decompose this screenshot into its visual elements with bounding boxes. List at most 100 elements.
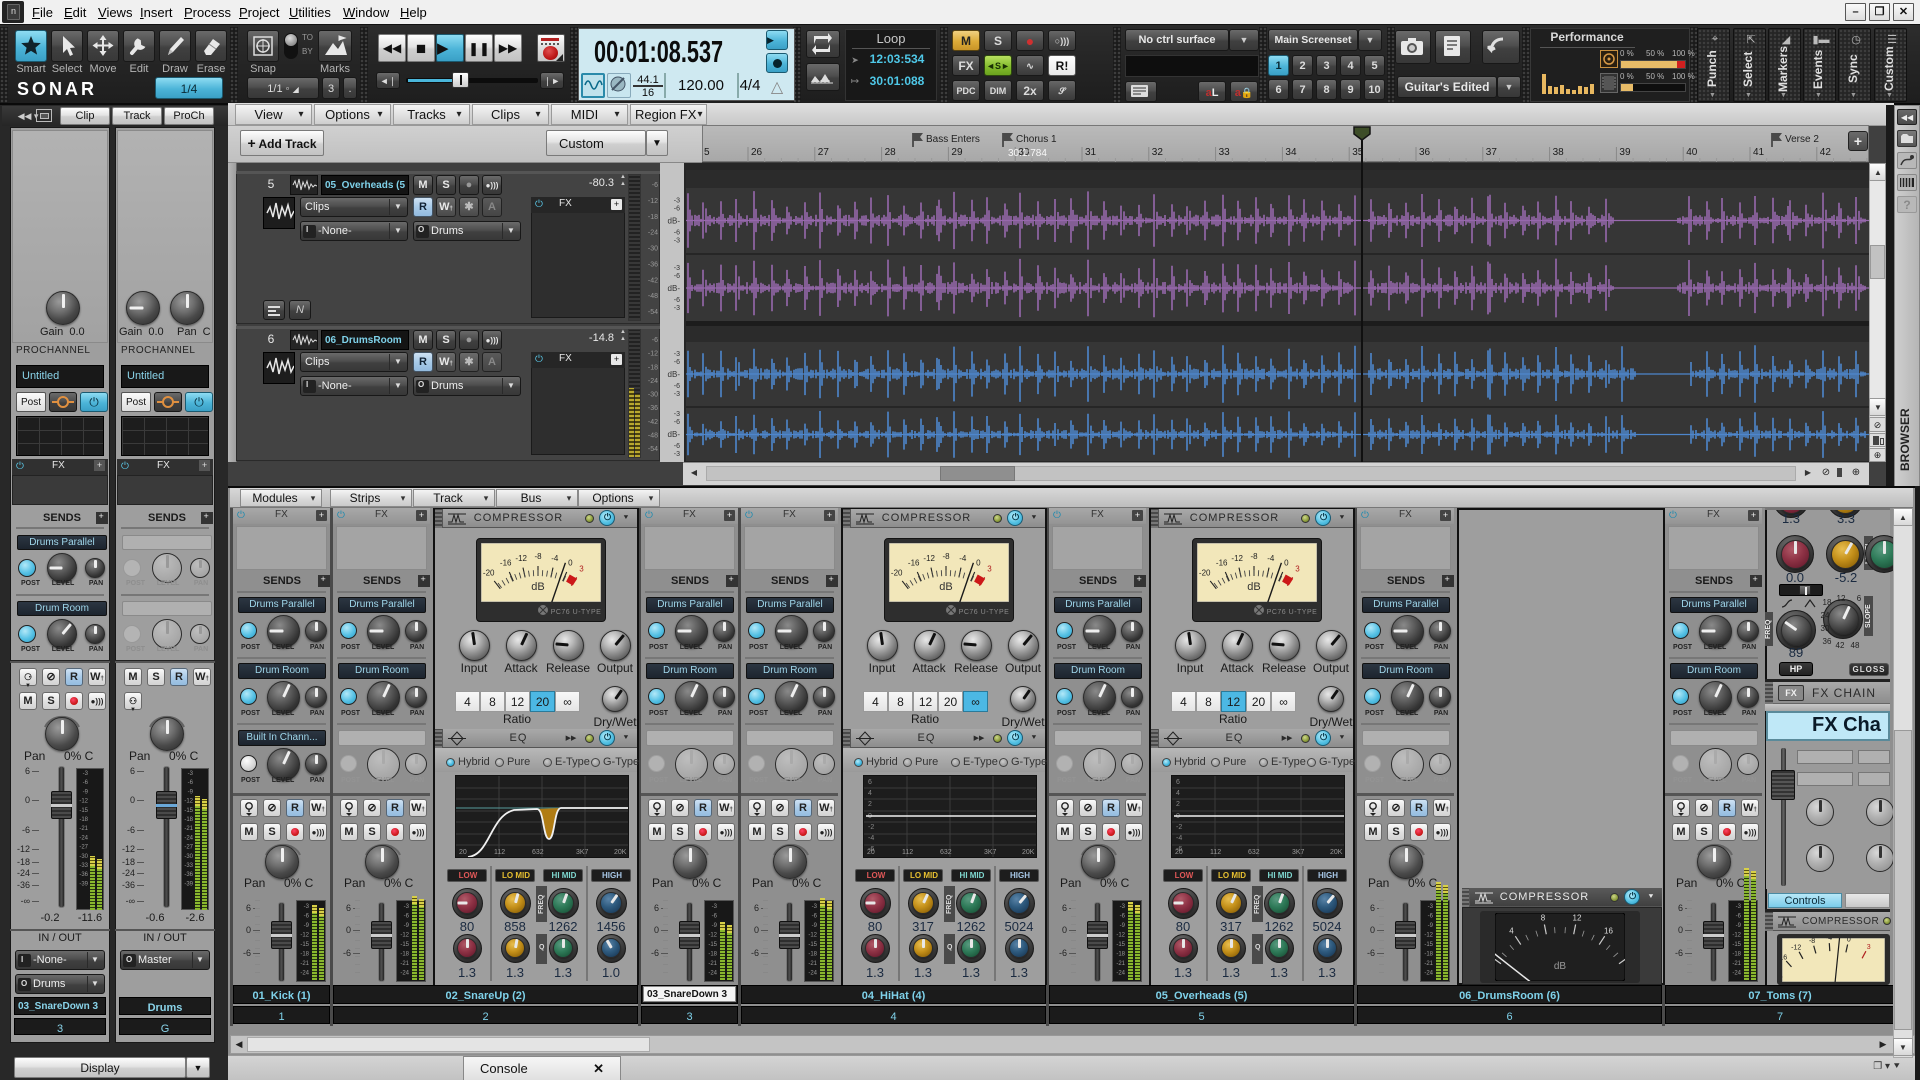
- svg-text:-3: -3: [674, 305, 680, 312]
- svg-text:-15: -15: [400, 942, 409, 948]
- svg-text:39: 39: [1619, 147, 1631, 158]
- svg-text:3: 3: [1295, 565, 1300, 574]
- svg-text:20K: 20K: [614, 849, 627, 856]
- svg-text:dB: dB: [1247, 581, 1260, 593]
- svg-text:-18: -18: [300, 952, 309, 958]
- svg-text:20: 20: [867, 849, 875, 856]
- svg-text:632: 632: [1248, 849, 1260, 856]
- svg-text:-18: -18: [400, 952, 409, 958]
- svg-text:-12: -12: [1791, 945, 1801, 952]
- svg-text:-24: -24: [1424, 971, 1433, 977]
- svg-text:20K: 20K: [1330, 849, 1343, 856]
- svg-text:PC76 U-TYPE: PC76 U-TYPE: [959, 609, 1009, 616]
- svg-text:-6: -6: [712, 914, 718, 920]
- svg-text:2: 2: [1176, 801, 1180, 808]
- svg-text:41: 41: [1753, 147, 1765, 158]
- svg-text:-6: -6: [1428, 914, 1434, 920]
- svg-text:-18: -18: [708, 952, 717, 958]
- svg-text:112: 112: [494, 849, 505, 856]
- svg-text:27: 27: [818, 147, 830, 158]
- svg-text:-36: -36: [184, 872, 193, 878]
- svg-text:-42: -42: [648, 277, 658, 284]
- svg-text:-21: -21: [184, 826, 193, 832]
- svg-text:-18: -18: [79, 817, 88, 823]
- svg-text:4: 4: [1509, 926, 1514, 935]
- svg-text:-3: -3: [188, 771, 194, 777]
- svg-text:-30: -30: [648, 392, 658, 399]
- svg-text:-15: -15: [708, 942, 717, 948]
- svg-text:4: 4: [1176, 790, 1180, 797]
- svg-text:-3: -3: [304, 904, 310, 910]
- svg-text:3K7: 3K7: [576, 849, 589, 856]
- svg-text:6: 6: [868, 779, 872, 786]
- svg-text:-12: -12: [79, 799, 88, 805]
- svg-text:-54: -54: [648, 309, 658, 316]
- svg-text:-16: -16: [1782, 955, 1787, 962]
- svg-text:-3: -3: [674, 198, 680, 205]
- svg-text:112: 112: [1210, 849, 1221, 856]
- svg-text:-6: -6: [674, 359, 680, 366]
- svg-text:-27: -27: [184, 845, 193, 851]
- svg-text:-12: -12: [708, 933, 717, 939]
- svg-text:-3: -3: [1428, 904, 1434, 910]
- svg-text:-6: -6: [652, 337, 658, 344]
- svg-text:0: 0: [1284, 559, 1289, 568]
- svg-text:-24: -24: [1116, 971, 1125, 977]
- svg-text:-15: -15: [808, 942, 817, 948]
- svg-text:8: 8: [1541, 914, 1546, 923]
- svg-text:-4: -4: [868, 835, 874, 842]
- svg-text:-9: -9: [812, 923, 818, 929]
- svg-text:-3: -3: [712, 904, 718, 910]
- svg-text:-6: -6: [674, 419, 680, 426]
- svg-text:-33: -33: [79, 863, 88, 869]
- svg-text:-3: -3: [1736, 904, 1742, 910]
- svg-text:-48: -48: [648, 432, 658, 439]
- svg-text:-3: -3: [674, 451, 680, 458]
- svg-text:3: 3: [579, 565, 584, 574]
- svg-text:-36: -36: [79, 872, 88, 878]
- svg-text:-3: -3: [674, 238, 680, 245]
- svg-text:-24: -24: [708, 971, 717, 977]
- svg-text:4: 4: [868, 790, 872, 797]
- svg-text:3K7: 3K7: [1292, 849, 1305, 856]
- svg-text:-6: -6: [674, 206, 680, 213]
- svg-text:-6: -6: [674, 297, 680, 304]
- svg-text:-15: -15: [184, 808, 193, 814]
- svg-text:-9: -9: [712, 923, 718, 929]
- svg-text:-15: -15: [300, 942, 309, 948]
- svg-text:-6: -6: [1736, 914, 1742, 920]
- svg-text:3: 3: [987, 565, 992, 574]
- svg-text:PC76 U-TYPE: PC76 U-TYPE: [551, 609, 601, 616]
- svg-text:-27: -27: [79, 845, 88, 851]
- svg-text:0: 0: [976, 559, 981, 568]
- svg-text:-24: -24: [400, 971, 409, 977]
- svg-text:-30: -30: [184, 854, 193, 860]
- svg-text:-30: -30: [79, 854, 88, 860]
- svg-text:-6: -6: [674, 383, 680, 390]
- svg-text:-8: -8: [942, 552, 950, 561]
- svg-text:-9: -9: [404, 923, 410, 929]
- svg-text:-18: -18: [1116, 952, 1125, 958]
- svg-text:33: 33: [1219, 147, 1231, 158]
- svg-text:-24: -24: [184, 835, 193, 841]
- svg-text:20: 20: [459, 849, 467, 856]
- svg-text:-9: -9: [304, 923, 310, 929]
- svg-text:dB-: dB-: [668, 370, 681, 379]
- svg-text:26: 26: [751, 147, 763, 158]
- svg-text:-12: -12: [300, 933, 309, 939]
- svg-text:-3: -3: [674, 265, 680, 272]
- svg-text:-6: -6: [674, 230, 680, 237]
- svg-text:-24: -24: [648, 378, 658, 385]
- svg-text:-4: -4: [1176, 835, 1182, 842]
- svg-text:28: 28: [885, 147, 897, 158]
- svg-text:-6: -6: [674, 443, 680, 450]
- svg-text:2: 2: [868, 801, 872, 808]
- svg-text:-9: -9: [83, 789, 89, 795]
- svg-text:-3: -3: [674, 411, 680, 418]
- svg-text:-12: -12: [184, 799, 193, 805]
- svg-text:-6: -6: [674, 273, 680, 280]
- svg-text:-9: -9: [1736, 923, 1742, 929]
- svg-text:-9: -9: [1428, 923, 1434, 929]
- svg-text:-12: -12: [1424, 933, 1433, 939]
- svg-text:-12: -12: [1231, 554, 1243, 563]
